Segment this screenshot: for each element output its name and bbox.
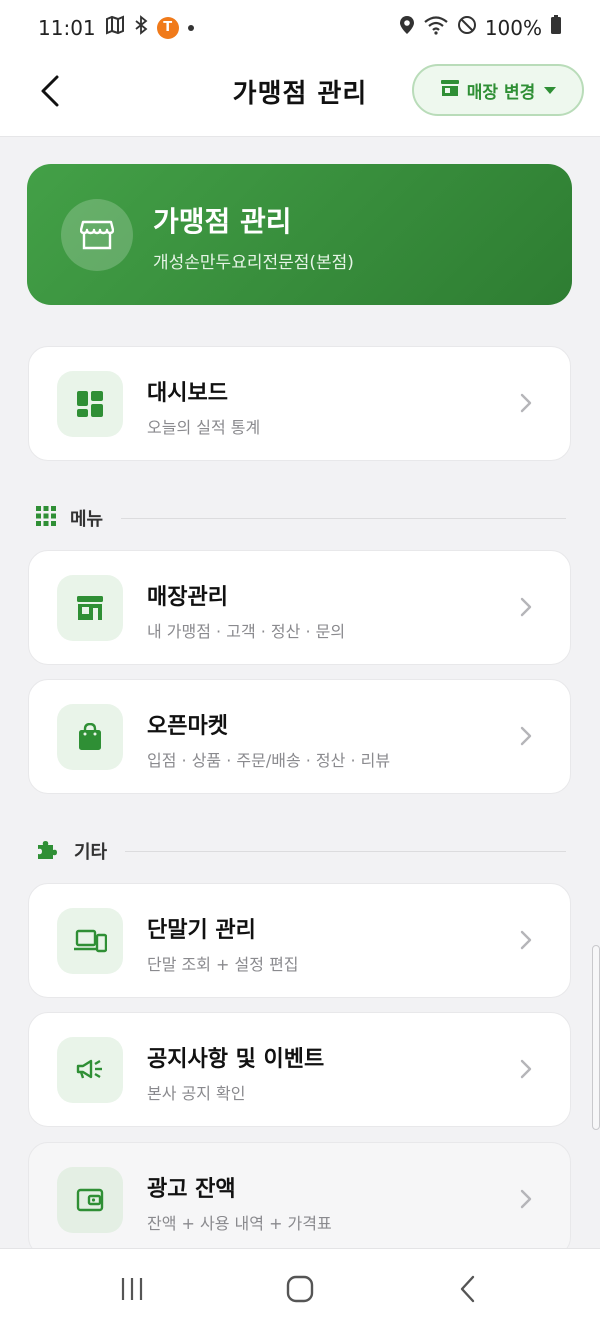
hero-store-name: 개성손만두요리전문점(본점) xyxy=(153,253,354,273)
section-menu-header: 메뉴 xyxy=(36,503,566,533)
wifi-icon xyxy=(423,15,449,40)
location-icon xyxy=(399,15,415,40)
status-time: 11:01 xyxy=(38,15,96,40)
card-title: 공지사항 및 이벤트 xyxy=(147,1047,325,1072)
status-left: 11:01 T xyxy=(38,15,194,40)
storefront-icon xyxy=(57,575,123,641)
dashboard-icon xyxy=(57,371,123,437)
battery-icon xyxy=(550,15,562,40)
scrollbar[interactable] xyxy=(592,945,600,1130)
card-subtitle: 단말 조회 + 설정 편집 xyxy=(147,955,299,974)
ad-balance-card[interactable]: 광고 잔액 잔액 + 사용 내역 + 가격표 xyxy=(28,1142,571,1257)
grid-icon xyxy=(36,506,56,530)
terminal-management-card[interactable]: 단말기 관리 단말 조회 + 설정 편집 xyxy=(28,883,571,998)
status-right: 100% xyxy=(399,15,562,40)
card-subtitle: 잔액 + 사용 내역 + 가격표 xyxy=(147,1214,332,1233)
status-bar: 11:01 T 100% xyxy=(0,0,600,55)
storefront-icon xyxy=(440,79,460,102)
card-subtitle: 입점 · 상품 · 주문/배송 · 정산 · 리뷰 xyxy=(147,751,391,770)
card-subtitle: 내 가맹점 · 고객 · 정산 · 문의 xyxy=(147,622,346,641)
bluetooth-icon xyxy=(134,15,148,40)
dashboard-card[interactable]: 대시보드 오늘의 실적 통계 xyxy=(28,346,571,461)
chevron-right-icon xyxy=(520,726,532,746)
store-management-card[interactable]: 매장관리 내 가맹점 · 고객 · 정산 · 문의 xyxy=(28,550,571,665)
open-market-card[interactable]: 오픈마켓 입점 · 상품 · 주문/배송 · 정산 · 리뷰 xyxy=(28,679,571,794)
recent-apps-icon xyxy=(121,1278,143,1300)
megaphone-icon xyxy=(57,1037,123,1103)
hero-title: 가맹점 관리 xyxy=(153,205,292,238)
section-label: 메뉴 xyxy=(70,509,104,530)
card-subtitle: 오늘의 실적 통계 xyxy=(147,418,261,437)
home-icon xyxy=(286,1275,314,1303)
store-icon xyxy=(61,199,133,271)
chevron-right-icon xyxy=(520,930,532,950)
section-etc-header: 기타 xyxy=(36,836,566,866)
chevron-right-icon xyxy=(520,1189,532,1209)
divider xyxy=(125,850,566,852)
t-app-icon: T xyxy=(156,16,179,39)
battery-text: 100% xyxy=(484,15,542,40)
store-change-button[interactable]: 매장 변경 xyxy=(412,64,584,116)
store-change-label: 매장 변경 xyxy=(466,82,536,103)
do-not-disturb-icon xyxy=(457,15,477,40)
card-subtitle: 본사 공지 확인 xyxy=(147,1084,246,1103)
card-title: 오픈마켓 xyxy=(147,714,228,739)
devices-icon xyxy=(57,908,123,974)
chevron-right-icon xyxy=(520,597,532,617)
wallet-icon xyxy=(57,1167,123,1233)
notice-event-card[interactable]: 공지사항 및 이벤트 본사 공지 확인 xyxy=(28,1012,571,1127)
puzzle-icon xyxy=(36,837,60,865)
shopping-bag-icon xyxy=(57,704,123,770)
app-header: 가맹점 관리 매장 변경 xyxy=(0,55,600,137)
card-title: 단말기 관리 xyxy=(147,918,256,943)
section-label: 기타 xyxy=(74,842,108,863)
chevron-right-icon xyxy=(520,393,532,413)
franchise-hero-banner: 가맹점 관리 개성손만두요리전문점(본점) xyxy=(27,164,572,305)
home-button[interactable] xyxy=(280,1273,320,1305)
caret-down-icon xyxy=(544,86,557,94)
card-title: 대시보드 xyxy=(147,381,228,406)
card-title: 광고 잔액 xyxy=(147,1177,236,1202)
map-icon xyxy=(105,15,125,40)
back-icon xyxy=(460,1275,475,1303)
chevron-right-icon xyxy=(520,1059,532,1079)
system-back-button[interactable] xyxy=(448,1273,488,1305)
card-title: 매장관리 xyxy=(147,585,228,610)
recent-apps-button[interactable] xyxy=(112,1273,152,1305)
divider xyxy=(121,517,566,519)
system-nav-bar xyxy=(0,1248,600,1327)
notification-dot xyxy=(187,24,194,31)
